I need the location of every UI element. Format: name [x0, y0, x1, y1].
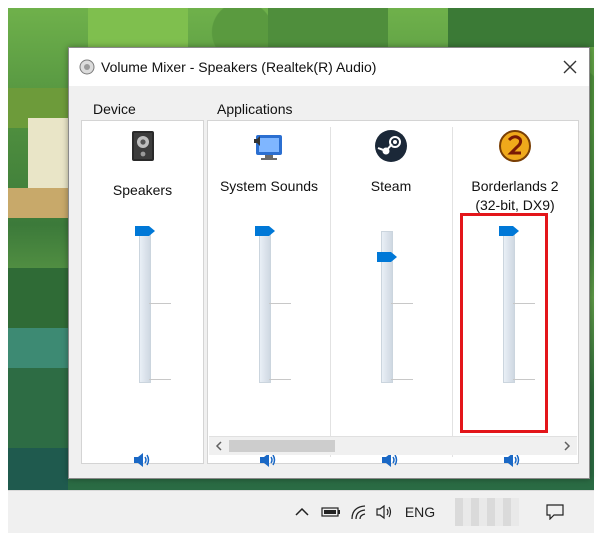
window-title: Volume Mixer - Speakers (Realtek(R) Audi…	[101, 59, 377, 75]
volume-icon	[376, 504, 392, 520]
chevron-right-icon	[564, 441, 571, 451]
app-name: Steam	[370, 178, 412, 194]
scroll-left-button[interactable]	[211, 438, 227, 454]
tick-mark	[391, 303, 413, 304]
clock-blurred[interactable]	[452, 498, 522, 526]
device-group-label: Device	[93, 101, 136, 117]
device-name: Speakers	[112, 182, 173, 198]
volume-button[interactable]	[374, 499, 396, 525]
device-volume-thumb[interactable]	[135, 226, 155, 236]
app-name: Borderlands 2 (32-bit, DX9)	[471, 178, 559, 213]
battery-icon	[321, 507, 340, 517]
battery-button[interactable]	[320, 499, 342, 525]
speaker-device-icon	[131, 131, 154, 161]
wifi-icon	[351, 505, 366, 520]
chevron-left-icon	[215, 441, 222, 451]
volume-mixer-icon	[79, 59, 95, 75]
app-column-steam: Steam	[330, 121, 452, 467]
close-icon	[563, 60, 577, 74]
app-volume-thumb[interactable]	[255, 226, 275, 236]
tick-mark	[149, 303, 171, 304]
device-panel: Speakers	[81, 120, 204, 467]
blurred-region	[455, 498, 519, 526]
show-hidden-icons-button[interactable]	[292, 499, 312, 525]
notification-icon	[546, 504, 564, 520]
title-bar: Volume Mixer - Speakers (Realtek(R) Audi…	[69, 48, 589, 86]
language-indicator[interactable]: ENG	[402, 499, 438, 525]
system-sounds-icon	[254, 135, 282, 160]
taskbar: ENG	[8, 490, 594, 533]
app-column-system-sounds: System Sounds	[208, 121, 330, 467]
tick-mark	[269, 303, 291, 304]
chevron-up-icon	[295, 507, 309, 516]
close-button[interactable]	[555, 52, 585, 82]
scrollbar-thumb[interactable]	[229, 440, 335, 452]
network-button[interactable]	[348, 499, 370, 525]
app-volume-thumb[interactable]	[377, 251, 397, 262]
borderlands2-icon	[499, 130, 531, 162]
tick-mark	[391, 379, 413, 380]
device-mute-button[interactable]	[132, 451, 152, 469]
tick-mark	[269, 379, 291, 380]
scroll-right-button[interactable]	[559, 438, 575, 454]
tick-mark	[149, 379, 171, 380]
app-volume-track[interactable]	[259, 231, 271, 383]
applications-group-label: Applications	[217, 101, 293, 117]
device-column: Speakers	[82, 121, 203, 467]
steam-icon	[375, 130, 407, 162]
horizontal-scrollbar[interactable]	[209, 436, 577, 455]
highlight-box	[460, 213, 548, 433]
notification-center-button[interactable]	[542, 499, 568, 525]
app-name: System Sounds	[219, 178, 319, 194]
device-volume-track[interactable]	[139, 231, 151, 383]
